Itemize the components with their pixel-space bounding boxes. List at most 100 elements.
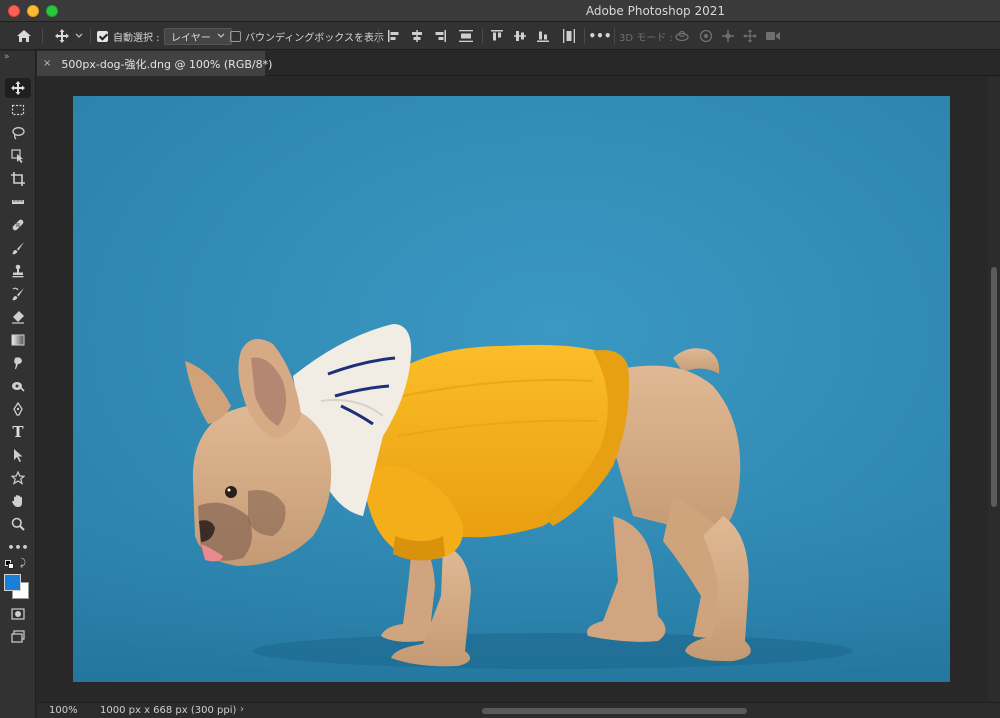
options-bar: 自動選択 : レイヤー バウンディングボックスを表示 ••• 3D モード:: [0, 22, 1000, 50]
screen-mode-button[interactable]: [5, 627, 31, 647]
auto-select-checkbox[interactable]: [96, 28, 108, 44]
chevron-down-icon: [217, 33, 225, 38]
history-brush-tool[interactable]: [5, 284, 31, 304]
close-tab-icon[interactable]: ×: [43, 58, 51, 69]
quick-mask-button[interactable]: [5, 604, 31, 624]
3d-mode-label: 3D モード :: [619, 32, 673, 44]
lasso-tool[interactable]: [5, 123, 31, 143]
auto-select-target-value: レイヤー: [171, 32, 211, 44]
3d-slide-button[interactable]: [742, 28, 758, 44]
gradient-icon: [11, 334, 25, 346]
align-top-edges-button[interactable]: [489, 28, 505, 44]
marquee-tool[interactable]: [5, 100, 31, 120]
gradient-tool[interactable]: [5, 330, 31, 350]
3d-slide-icon: [743, 29, 757, 43]
clone-stamp-tool[interactable]: [5, 261, 31, 281]
app-title: Adobe Photoshop 2021: [585, 4, 725, 18]
align-vertical-centers-button[interactable]: [512, 28, 528, 44]
edit-toolbar-button[interactable]: •••: [5, 537, 31, 557]
align-middle-icon: [514, 31, 526, 41]
status-bar: 100% 1000 px x 668 px (300 ppi) ›: [37, 702, 1000, 718]
crop-icon: [11, 172, 25, 186]
horizontal-scrollbar-thumb[interactable]: [482, 708, 747, 714]
default-colors-icon[interactable]: [5, 560, 14, 569]
move-tool[interactable]: [5, 78, 31, 98]
document-canvas-image[interactable]: [73, 96, 950, 682]
more-options-button[interactable]: •••: [589, 28, 612, 44]
align-right-edges-button[interactable]: [432, 28, 448, 44]
3d-orbit-button[interactable]: [673, 28, 691, 44]
history-brush-icon: [12, 287, 24, 301]
eraser-tool[interactable]: [5, 307, 31, 327]
home-button[interactable]: [14, 28, 34, 44]
eraser-icon: [12, 311, 24, 324]
type-tool[interactable]: T: [5, 422, 31, 442]
separator: [378, 28, 379, 44]
align-left-edges-button[interactable]: [386, 28, 402, 44]
hand-tool[interactable]: [5, 491, 31, 511]
chevron-down-icon: [75, 33, 83, 38]
document-info: 1000 px x 668 px (300 ppi): [100, 705, 237, 716]
document-tab-title: 500px-dog-強化.dng @ 100% (RGB/8*): [61, 57, 273, 71]
path-selection-tool[interactable]: [5, 445, 31, 465]
video-camera-icon: [766, 32, 780, 40]
show-bounding-box-checkbox[interactable]: [229, 28, 241, 44]
title-bar: Adobe Photoshop 2021: [0, 0, 1000, 22]
crop-tool[interactable]: [5, 169, 31, 189]
separator: [482, 28, 483, 44]
auto-select-label: 自動選択 :: [113, 32, 160, 44]
object-selection-tool[interactable]: [5, 146, 31, 166]
brush-tool[interactable]: [5, 238, 31, 258]
healing-brush-tool[interactable]: [5, 215, 31, 235]
distribute-vertical-icon: [459, 30, 473, 42]
more-icon: •••: [7, 540, 29, 554]
checkbox-unchecked-icon: [229, 30, 241, 42]
dodge-tool[interactable]: [5, 376, 31, 396]
blur-tool[interactable]: [5, 353, 31, 373]
distribute-vertical-button[interactable]: [457, 28, 475, 44]
vertical-scrollbar-thumb[interactable]: [991, 267, 997, 507]
separator: [42, 28, 43, 44]
hand-icon: [12, 495, 22, 507]
object-selection-icon: [11, 149, 23, 163]
align-bottom-icon: [537, 31, 549, 42]
distribute-horizontal-button[interactable]: [560, 28, 578, 44]
auto-select-target-dropdown[interactable]: レイヤー: [164, 27, 232, 45]
magnifier-icon: [11, 517, 25, 531]
align-bottom-edges-button[interactable]: [535, 28, 551, 44]
smudge-icon: [14, 357, 22, 369]
rectangle-marquee-icon: [11, 104, 25, 116]
align-right-icon: [435, 30, 446, 42]
shape-tool[interactable]: [5, 468, 31, 488]
move-tool-preset[interactable]: [51, 28, 73, 44]
separator: [90, 28, 91, 44]
move-icon: [11, 81, 25, 95]
3d-roll-button[interactable]: [698, 28, 714, 44]
3d-roll-icon: [699, 29, 713, 43]
align-center-icon: [412, 30, 422, 42]
pen-tool[interactable]: [5, 399, 31, 419]
zoom-level[interactable]: 100%: [49, 705, 78, 716]
swap-colors-icon[interactable]: ⤸: [20, 558, 26, 569]
dog-photo: [73, 96, 950, 682]
collapse-panel-button[interactable]: »: [4, 52, 9, 62]
vertical-scrollbar[interactable]: [988, 77, 1000, 702]
quick-mask-icon: [11, 608, 25, 620]
pen-icon: [13, 402, 23, 416]
distribute-horizontal-icon: [563, 29, 575, 43]
document-tab[interactable]: × 500px-dog-強化.dng @ 100% (RGB/8*): [37, 51, 272, 76]
home-icon: [17, 30, 31, 42]
3d-drag-button[interactable]: [720, 28, 736, 44]
align-top-icon: [491, 30, 503, 41]
eyedropper-tool[interactable]: [5, 192, 31, 212]
screen-mode-icon: [11, 630, 25, 643]
zoom-tool[interactable]: [5, 514, 31, 534]
3d-drag-icon: [722, 30, 734, 42]
status-menu-arrow[interactable]: ›: [240, 704, 244, 715]
align-left-icon: [388, 30, 399, 42]
preset-dropdown-toggle[interactable]: [74, 28, 84, 44]
align-horizontal-centers-button[interactable]: [409, 28, 425, 44]
3d-scale-button[interactable]: [764, 28, 782, 44]
path-selection-icon: [14, 449, 23, 462]
foreground-color-swatch[interactable]: [4, 574, 21, 591]
